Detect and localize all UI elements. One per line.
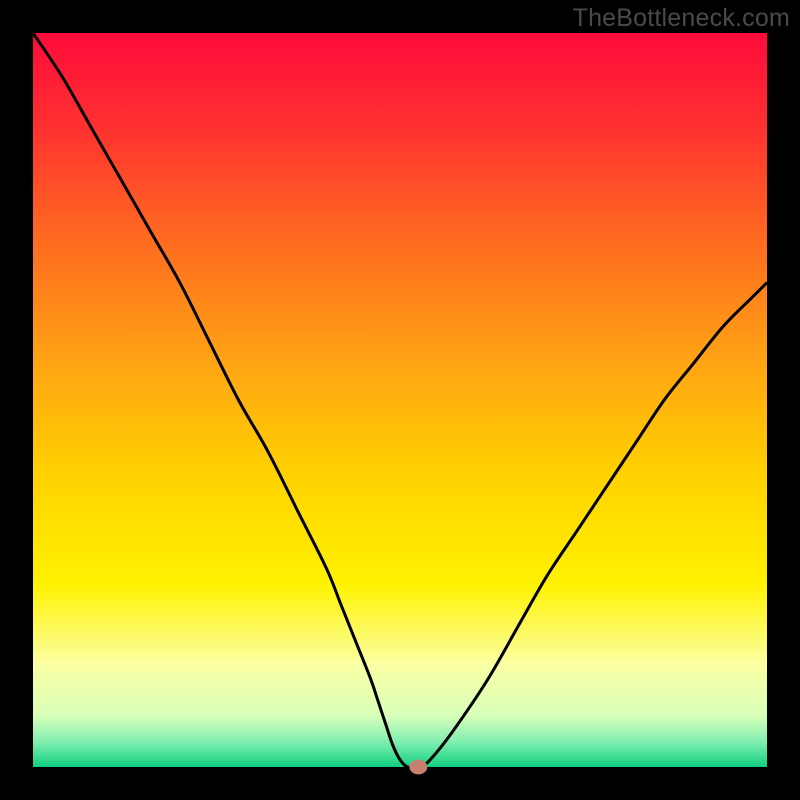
plot-background bbox=[33, 33, 767, 767]
bottleneck-chart bbox=[0, 0, 800, 800]
optimum-marker bbox=[409, 760, 427, 775]
watermark-text: TheBottleneck.com bbox=[573, 4, 790, 33]
chart-container: TheBottleneck.com bbox=[0, 0, 800, 800]
